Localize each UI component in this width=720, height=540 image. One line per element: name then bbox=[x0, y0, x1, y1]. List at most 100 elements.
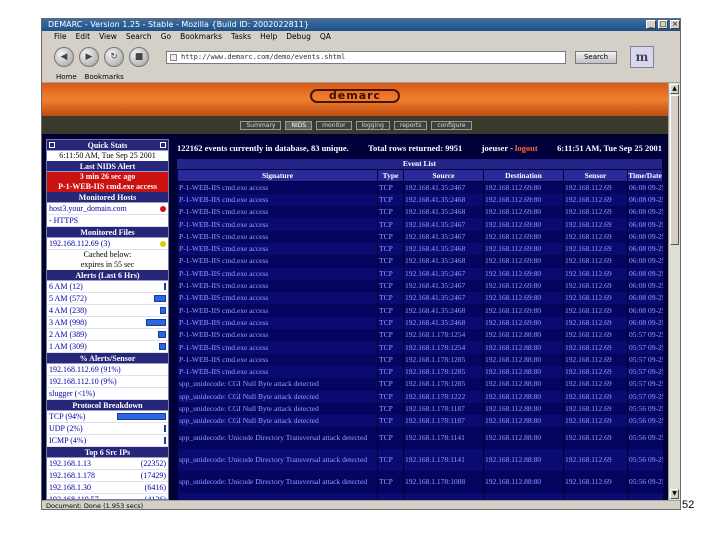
table-row[interactable]: P-1-WEB-IIS cmd.exe access TCP 192.168.1.1… bbox=[177, 341, 663, 354]
table-row[interactable]: P-1-WEB-IIS cmd.exe access TCP 192.168.1.1… bbox=[177, 365, 663, 379]
alert-hour-item[interactable]: 6 AM (12) bbox=[47, 281, 168, 293]
collapse-icon[interactable] bbox=[49, 142, 55, 148]
signature-cell[interactable]: P-1-WEB-IIS cmd.exe access bbox=[177, 279, 378, 293]
url-input[interactable]: http://www.demarc.com/demo/events.shtml bbox=[166, 50, 566, 64]
signature-cell[interactable]: spp_unidecode: CGI Null Byte attack dete… bbox=[177, 402, 378, 416]
nav-tab-configure[interactable]: configure bbox=[431, 120, 472, 130]
signature-cell[interactable]: P-1-WEB-IIS cmd.exe access bbox=[177, 329, 378, 342]
personal-link-bookmarks[interactable]: Bookmarks bbox=[85, 71, 124, 82]
monitored-host-item[interactable]: host3.your_domain.com bbox=[47, 203, 168, 215]
menu-item-tasks[interactable]: Tasks bbox=[231, 31, 251, 43]
signature-cell[interactable]: P-1-WEB-IIS cmd.exe access bbox=[177, 353, 378, 366]
signature-cell[interactable]: spp_unidecode: Unicode Directory Transve… bbox=[177, 471, 378, 494]
signature-cell[interactable]: spp_unidecode: Unicode Directory Transve… bbox=[177, 449, 378, 472]
column-header-destination[interactable]: Destination bbox=[483, 169, 564, 182]
table-row[interactable]: P-1-WEB-IIS cmd.exe access TCP 192.168.41.… bbox=[177, 292, 663, 305]
signature-cell[interactable]: P-1-WEB-IIS cmd.exe access bbox=[177, 316, 378, 330]
nav-tab-summary[interactable]: Summary bbox=[240, 120, 282, 130]
signature-cell[interactable]: P-1-WEB-IIS cmd.exe access bbox=[177, 206, 378, 219]
menu-item-help[interactable]: Help bbox=[260, 31, 277, 43]
signature-cell[interactable]: P-1-WEB-IIS cmd.exe access bbox=[177, 255, 378, 268]
table-row[interactable]: P-1-WEB-IIS cmd.exe access TCP 192.168.1.1… bbox=[177, 353, 663, 366]
table-row[interactable]: P-1-WEB-IIS cmd.exe access TCP 192.168.41.… bbox=[177, 267, 663, 280]
scroll-thumb[interactable] bbox=[670, 95, 679, 245]
signature-cell[interactable]: P-1-WEB-IIS cmd.exe access bbox=[177, 218, 378, 231]
maximize-icon[interactable]: □ bbox=[658, 20, 668, 29]
column-header-signature[interactable]: Signature bbox=[177, 169, 378, 182]
table-row[interactable]: P-1-WEB-IIS cmd.exe access TCP 192.168.1.1… bbox=[177, 329, 663, 342]
table-row[interactable]: spp_unidecode: CGI Null Byte attack dete… bbox=[177, 415, 663, 428]
signature-cell[interactable]: P-1-WEB-IIS cmd.exe access bbox=[177, 230, 378, 243]
column-header-source[interactable]: Source bbox=[403, 169, 484, 182]
signature-cell[interactable]: P-1-WEB-IIS cmd.exe access bbox=[177, 292, 378, 305]
vertical-scrollbar[interactable]: ▲ ▼ bbox=[668, 83, 680, 500]
monitored-file-item[interactable]: 192.168.112.69 (3) bbox=[47, 238, 168, 250]
nav-tab-nids[interactable]: NIDS bbox=[285, 120, 313, 130]
signature-cell[interactable]: P-1-WEB-IIS cmd.exe access bbox=[177, 181, 378, 194]
top-src-item[interactable]: 192.168.1.13 (22352) bbox=[47, 458, 168, 470]
sensor-item[interactable]: 192.168.112.10 (9%) bbox=[47, 376, 168, 388]
column-header-time-date[interactable]: Time/Date bbox=[627, 169, 663, 182]
table-row[interactable]: P-1-WEB-IIS cmd.exe access TCP 192.168.41.… bbox=[177, 206, 663, 219]
menu-item-go[interactable]: Go bbox=[161, 31, 171, 43]
close-panel-icon[interactable] bbox=[160, 142, 166, 148]
signature-cell[interactable]: spp_unidecode: CGI Null Byte attack dete… bbox=[177, 415, 378, 428]
table-row[interactable]: P-1-WEB-IIS cmd.exe access TCP 192.168.41.… bbox=[177, 279, 663, 293]
sensor-item[interactable]: slugger (<1%) bbox=[47, 388, 168, 400]
table-row[interactable]: spp_unidecode: Unicode Directory Transve… bbox=[177, 427, 663, 450]
signature-cell[interactable]: P-1-WEB-IIS cmd.exe access bbox=[177, 267, 378, 280]
table-row[interactable]: spp_unidecode: CGI Null Byte attack dete… bbox=[177, 378, 663, 391]
signature-cell[interactable]: P-1-WEB-IIS cmd.exe access bbox=[177, 304, 378, 317]
personal-link-home[interactable]: Home bbox=[56, 71, 77, 82]
column-header-type[interactable]: Type bbox=[377, 169, 404, 182]
scroll-down-icon[interactable]: ▼ bbox=[670, 489, 679, 499]
nav-tab-logging[interactable]: logging bbox=[355, 120, 390, 130]
stop-icon[interactable]: ■ bbox=[129, 47, 149, 67]
table-row[interactable]: spp_unidecode: Unicode Directory Transve… bbox=[177, 449, 663, 472]
top-src-item[interactable]: 192.168.1.178 (17429) bbox=[47, 470, 168, 482]
table-row[interactable]: P-1-WEB-IIS cmd.exe access TCP 192.168.41.… bbox=[177, 230, 663, 243]
top-src-item[interactable]: 192.168.1.30 (6416) bbox=[47, 482, 168, 494]
nav-tab-monitor[interactable]: monitor bbox=[316, 120, 352, 130]
alert-hour-item[interactable]: 2 AM (389) bbox=[47, 329, 168, 341]
menu-item-file[interactable]: File bbox=[54, 31, 67, 43]
alert-hour-item[interactable]: 1 AM (309) bbox=[47, 341, 168, 353]
search-button[interactable]: Search bbox=[575, 50, 617, 64]
logout-link[interactable]: logout bbox=[515, 143, 538, 153]
menu-item-search[interactable]: Search bbox=[126, 31, 152, 43]
table-row[interactable]: P-1-WEB-IIS cmd.exe access TCP 192.168.41.… bbox=[177, 255, 663, 268]
back-icon[interactable]: ◀ bbox=[54, 47, 74, 67]
alert-hour-item[interactable]: 5 AM (572) bbox=[47, 293, 168, 305]
table-row[interactable]: P-1-WEB-IIS cmd.exe access TCP 192.168.41.… bbox=[177, 193, 663, 207]
signature-cell[interactable]: P-1-WEB-IIS cmd.exe access bbox=[177, 242, 378, 256]
menu-item-bookmarks[interactable]: Bookmarks bbox=[180, 31, 222, 43]
signature-cell[interactable]: P-1-WEB-IIS cmd.exe access bbox=[177, 341, 378, 354]
protocol-item[interactable]: ICMP (4%) bbox=[47, 435, 168, 447]
signature-cell[interactable]: spp_unidecode: CGI Null Byte attack dete… bbox=[177, 390, 378, 403]
sensor-item[interactable]: 192.168.112.69 (91%) bbox=[47, 364, 168, 376]
reload-icon[interactable]: ↻ bbox=[104, 47, 124, 67]
close-icon[interactable]: × bbox=[670, 20, 680, 29]
menu-item-view[interactable]: View bbox=[99, 31, 117, 43]
menu-item-debug[interactable]: Debug bbox=[286, 31, 311, 43]
signature-cell[interactable]: spp_unidecode: Unicode Directory Transve… bbox=[177, 427, 378, 450]
signature-cell[interactable]: P-1-WEB-IIS cmd.exe access bbox=[177, 365, 378, 379]
protocol-item[interactable]: TCP (94%) bbox=[47, 411, 168, 423]
last-alert-signature[interactable]: P-1-WEB-IIS cmd.exe access bbox=[47, 182, 168, 192]
signature-cell[interactable]: spp_unidecode: CGI Null Byte attack dete… bbox=[177, 378, 378, 391]
column-header-sensor[interactable]: Sensor bbox=[563, 169, 628, 182]
table-row[interactable]: spp_unidecode: Unicode Directory Transve… bbox=[177, 471, 663, 494]
table-row[interactable]: P-1-WEB-IIS cmd.exe access TCP 192.168.41.… bbox=[177, 304, 663, 317]
menu-item-qa[interactable]: QA bbox=[320, 31, 331, 43]
table-row[interactable]: P-1-WEB-IIS cmd.exe access TCP 192.168.41.… bbox=[177, 242, 663, 256]
protocol-item[interactable]: UDP (2%) bbox=[47, 423, 168, 435]
table-row[interactable]: P-1-WEB-IIS cmd.exe access TCP 192.168.41.… bbox=[177, 181, 663, 194]
alert-hour-item[interactable]: 3 AM (998) bbox=[47, 317, 168, 329]
scroll-up-icon[interactable]: ▲ bbox=[670, 84, 679, 94]
forward-icon[interactable]: ▶ bbox=[79, 47, 99, 67]
table-row[interactable]: P-1-WEB-IIS cmd.exe access TCP 192.168.41.… bbox=[177, 316, 663, 330]
table-row[interactable]: spp_unidecode: CGI Null Byte attack dete… bbox=[177, 390, 663, 403]
menu-item-edit[interactable]: Edit bbox=[76, 31, 91, 43]
minimize-icon[interactable]: _ bbox=[646, 20, 656, 29]
alert-hour-item[interactable]: 4 AM (238) bbox=[47, 305, 168, 317]
